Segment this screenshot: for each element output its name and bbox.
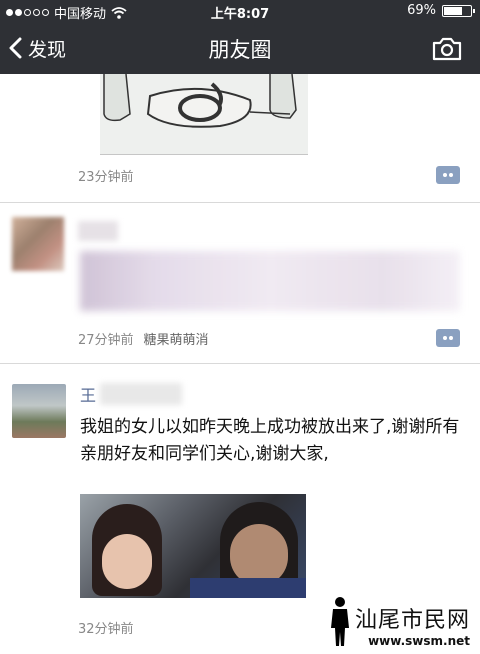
- moment-post: 27分钟前 糖果萌萌消: [0, 203, 480, 364]
- camera-icon[interactable]: [432, 35, 462, 61]
- photo-person-face: [102, 534, 152, 589]
- post-image[interactable]: [100, 74, 308, 155]
- author-name-obscured[interactable]: [78, 221, 118, 241]
- battery-icon: [442, 4, 475, 17]
- author-name-obscured: [100, 383, 183, 405]
- post-time: 23分钟前: [78, 166, 134, 185]
- post-time: 32分钟前: [78, 618, 134, 637]
- post-time-text: 32分钟前: [78, 622, 134, 637]
- watermark-text: 汕尾市民网 www.swsm.net: [355, 602, 470, 648]
- post-time-text: 23分钟前: [78, 170, 134, 185]
- moments-feed[interactable]: 23分钟前 27分钟前 糖果萌萌消 王 我姐的女儿以如昨天晚上成功被放出来了,谢谢…: [0, 74, 480, 654]
- photo-person-face: [230, 524, 288, 586]
- comment-button[interactable]: [436, 166, 460, 184]
- photo-person-coat: [190, 578, 306, 598]
- watermark-name: 汕尾市民网: [354, 608, 470, 633]
- avatar[interactable]: [12, 217, 64, 271]
- post-time: 27分钟前 糖果萌萌消: [78, 329, 209, 348]
- page-title: 朋友圈: [208, 38, 272, 62]
- post-time-text: 27分钟前: [78, 333, 134, 348]
- cartoon-drawing: [100, 74, 308, 154]
- watermark-url: www.swsm.net: [368, 634, 470, 648]
- post-text: 我姐的女儿以如昨天晚上成功被放出来了,谢谢所有亲朋好友和同学们关心,谢谢大家,: [80, 417, 460, 464]
- status-right: 69%: [407, 3, 475, 18]
- status-bar: 中国移动 上午8:07 69%: [0, 0, 480, 22]
- nav-bar: 发现 朋友圈: [0, 22, 480, 74]
- avatar[interactable]: [12, 384, 66, 438]
- battery-fill: [444, 6, 462, 15]
- author-name[interactable]: 王: [80, 382, 183, 406]
- battery-percent: 69%: [407, 3, 436, 18]
- author-name-text: 王: [80, 386, 97, 405]
- comment-button[interactable]: [436, 329, 460, 347]
- figure-silhouette-icon: [330, 597, 349, 646]
- post-text-obscured: [80, 251, 460, 311]
- watermark: 汕尾市民网 www.swsm.net: [329, 596, 470, 648]
- post-image[interactable]: [80, 494, 306, 598]
- post-source-text[interactable]: 糖果萌萌消: [144, 333, 209, 348]
- moment-post: 23分钟前: [0, 74, 480, 203]
